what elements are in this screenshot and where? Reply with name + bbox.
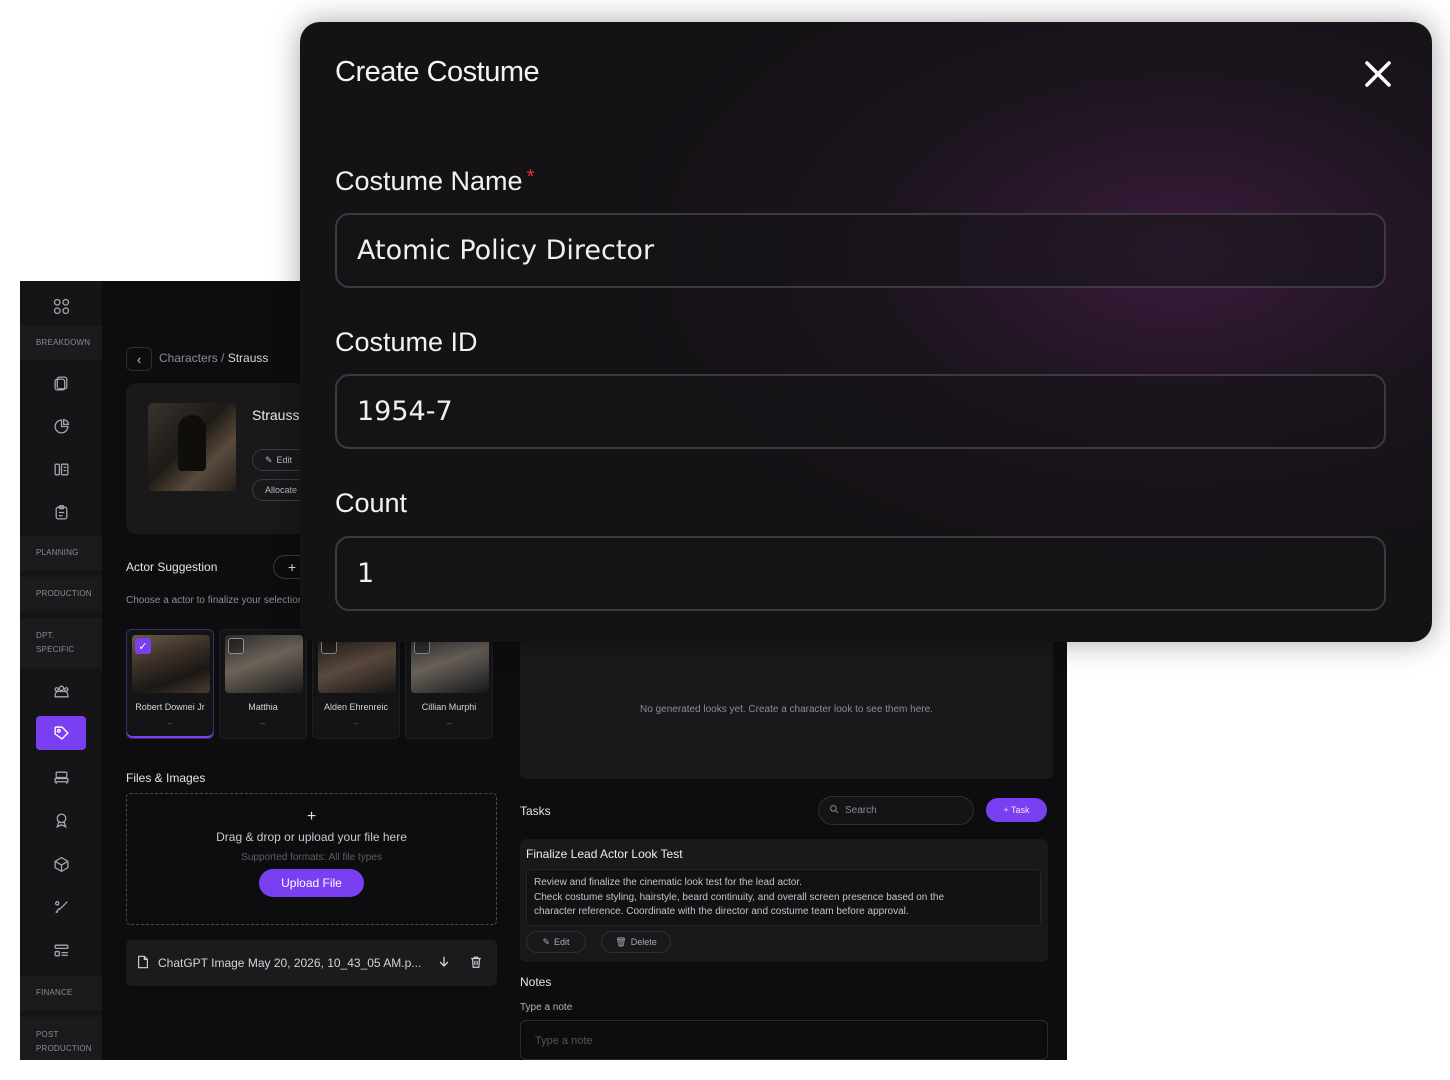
close-icon[interactable]	[1360, 56, 1396, 92]
dropzone-formats: Supported formats: All file types	[241, 852, 382, 863]
modal-title: Create Costume	[335, 56, 540, 88]
back-button[interactable]: ‹	[126, 347, 152, 371]
breadcrumb: Characters / Strauss	[159, 351, 268, 365]
plus-icon: +	[306, 808, 317, 825]
task-description-line: Review and finalize the cinematic look t…	[534, 877, 802, 888]
task-title: Finalize Lead Actor Look Test	[526, 847, 683, 861]
delete-task-button[interactable]: 🗑 Delete	[601, 931, 671, 953]
pencil-icon: ✎	[265, 454, 273, 465]
actor-card[interactable]: ✓ Alden Ehrenreic –	[312, 629, 400, 739]
sidebar-section-dpt-specific[interactable]: DPT. SPECIFIC	[20, 618, 102, 668]
file-icon	[136, 955, 150, 972]
task-card[interactable]: Finalize Lead Actor Look Test Review and…	[520, 839, 1048, 962]
copy-icon[interactable]	[36, 366, 86, 400]
chevron-left-icon: ‹	[136, 351, 142, 367]
costume-id-input[interactable]: 1954-7	[335, 374, 1386, 449]
clipboard-icon[interactable]	[36, 495, 86, 529]
download-icon[interactable]	[437, 955, 451, 972]
sidebar: BREAKDOWN PLANNING PRODUCTION DPT. SPECI…	[20, 281, 102, 1060]
trash-icon: 🗑	[615, 936, 627, 947]
sidebar-section-finance[interactable]: FINANCE	[20, 976, 102, 1010]
actor-checkbox[interactable]: ✓	[228, 638, 244, 654]
costume-name-label: Costume Name *	[335, 166, 535, 196]
files-title: Files & Images	[126, 771, 206, 785]
costume-name-input[interactable]: Atomic Policy Director	[335, 213, 1386, 288]
task-description-line: character reference. Coordinate with the…	[534, 906, 909, 917]
notes-label: Type a note	[520, 1002, 573, 1013]
file-dropzone[interactable]: + Drag & drop or upload your file here S…	[126, 793, 497, 925]
actor-name: Matthia	[248, 702, 278, 712]
team-icon[interactable]	[36, 674, 86, 708]
brush-icon[interactable]	[36, 890, 86, 924]
dropzone-title: Drag & drop or upload your file here	[216, 830, 407, 844]
search-placeholder: Search	[845, 805, 877, 816]
file-name[interactable]: ChatGPT Image May 20, 2026, 10_43_05 AM.…	[158, 956, 429, 970]
file-row: ChatGPT Image May 20, 2026, 10_43_05 AM.…	[126, 940, 497, 986]
breadcrumb-separator: /	[217, 351, 228, 365]
trash-icon[interactable]	[469, 955, 483, 972]
task-search-input[interactable]: Search	[818, 796, 974, 825]
actor-checkbox[interactable]: ✓	[135, 638, 151, 654]
sidebar-section-planning[interactable]: PLANNING	[20, 536, 102, 570]
actor-suggestion-subtitle: Choose a actor to finalize your selectio…	[126, 595, 304, 606]
create-costume-modal: Create Costume Costume Name * Atomic Poli…	[300, 22, 1432, 642]
breadcrumb-parent[interactable]: Characters	[159, 351, 218, 365]
breadcrumb-current: Strauss	[227, 351, 269, 365]
chair-icon[interactable]	[36, 760, 86, 794]
character-photo	[148, 403, 236, 491]
looks-empty-panel: No generated looks yet. Create a charact…	[520, 640, 1053, 779]
task-description: Review and finalize the cinematic look t…	[526, 869, 1041, 926]
actor-card[interactable]: ✓ Matthia –	[219, 629, 307, 739]
actor-name: Alden Ehrenreic	[323, 702, 389, 712]
task-description-line: Check costume styling, hairstyle, beard …	[534, 891, 945, 903]
upload-file-button[interactable]: Upload File	[259, 869, 364, 897]
actor-suggestion-title: Actor Suggestion	[126, 560, 218, 574]
actor-detail: –	[446, 718, 452, 728]
pie-chart-icon[interactable]	[36, 409, 86, 443]
count-label: Count	[335, 488, 408, 518]
actor-detail: –	[353, 718, 359, 728]
actor-name: Cillian Murphi	[421, 702, 477, 712]
sidebar-section-post-production[interactable]: POST PRODUCTION	[20, 1017, 102, 1060]
edit-task-button[interactable]: ✎ Edit	[526, 931, 586, 953]
sidebar-section-breakdown[interactable]: BREAKDOWN	[20, 326, 102, 360]
character-name: Strauss	[252, 407, 300, 423]
looks-empty-text: No generated looks yet. Create a charact…	[640, 704, 933, 715]
required-mark: *	[526, 166, 535, 188]
actor-detail: –	[167, 718, 173, 728]
count-input[interactable]: 1	[335, 536, 1386, 611]
note-input[interactable]: Type a note	[520, 1020, 1048, 1060]
actor-card[interactable]: ✓ Robert Downei Jr –	[126, 629, 214, 739]
search-icon	[829, 804, 839, 817]
add-task-button[interactable]: + Task	[986, 798, 1047, 822]
pencil-icon: ✎	[542, 936, 551, 947]
columns-icon[interactable]	[36, 452, 86, 486]
actor-name: Robert Downei Jr	[135, 702, 205, 712]
tasks-title: Tasks	[520, 804, 551, 818]
costume-id-label: Costume ID	[335, 327, 478, 357]
cube-icon[interactable]	[36, 847, 86, 881]
medal-icon[interactable]	[36, 803, 86, 837]
actor-detail: –	[260, 718, 266, 728]
sidebar-section-production[interactable]: PRODUCTION	[20, 577, 102, 611]
grid-icon[interactable]	[36, 289, 86, 323]
tag-icon[interactable]	[36, 716, 86, 750]
list-icon[interactable]	[36, 933, 86, 967]
notes-title: Notes	[520, 975, 552, 989]
actor-card[interactable]: ✓ Cillian Murphi –	[405, 629, 493, 739]
